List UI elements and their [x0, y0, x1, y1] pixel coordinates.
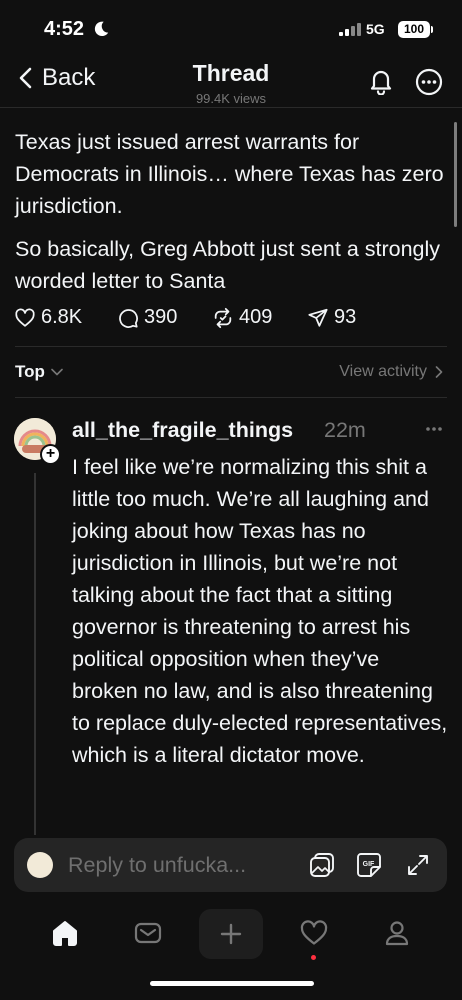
- share-count: 93: [334, 306, 357, 328]
- heart-icon: [15, 308, 35, 327]
- signal-icon: [339, 23, 361, 36]
- sort-label: Top: [15, 362, 45, 381]
- reply-input[interactable]: [68, 850, 288, 880]
- moon-icon: [94, 21, 109, 37]
- heart-icon: [300, 920, 328, 945]
- home-icon: [53, 921, 77, 946]
- comment-count: 390: [144, 306, 178, 328]
- status-time: 4:52: [44, 18, 85, 40]
- tab-inbox[interactable]: [130, 915, 166, 951]
- image-icon[interactable]: [308, 851, 336, 879]
- status-bar: 4:52 5G 100: [0, 0, 462, 56]
- inbox-icon: [134, 922, 162, 944]
- repost-button[interactable]: 409: [212, 306, 272, 329]
- view-activity-link[interactable]: View activity: [339, 363, 443, 381]
- gif-icon[interactable]: GIF: [355, 851, 383, 879]
- tab-new-thread[interactable]: [199, 909, 263, 959]
- repost-icon: [214, 307, 232, 328]
- divider: [15, 346, 447, 347]
- gif-label: GIF: [363, 861, 375, 868]
- notification-dot: [311, 955, 316, 960]
- like-count: 6.8K: [41, 306, 83, 328]
- home-indicator: [150, 981, 314, 986]
- divider: [15, 397, 447, 398]
- battery-indicator: 100: [398, 21, 430, 38]
- reply-composer: GIF: [14, 838, 447, 892]
- post-actions: 6.8K 390 409 93: [14, 306, 444, 334]
- network-label: 5G: [366, 21, 385, 37]
- comment-button[interactable]: 390: [117, 306, 177, 329]
- chevron-down-icon: [51, 368, 63, 376]
- composer-avatar: [27, 852, 53, 878]
- reply-timestamp: 22m: [324, 418, 366, 442]
- thread-line: [34, 473, 36, 835]
- scroll-indicator: [454, 122, 457, 227]
- expand-icon[interactable]: [404, 851, 432, 879]
- tab-activity[interactable]: [296, 915, 332, 951]
- nav-header: Back Thread 99.4K views: [0, 56, 462, 108]
- comment-icon: [119, 308, 138, 328]
- sort-dropdown[interactable]: Top: [15, 362, 63, 382]
- tab-home[interactable]: [47, 915, 83, 951]
- bell-icon[interactable]: [368, 67, 394, 95]
- post-paragraph: So basically, Greg Abbott just sent a st…: [15, 237, 441, 293]
- plus-icon: [220, 923, 242, 945]
- more-dots-icon[interactable]: [425, 426, 443, 432]
- repost-count: 409: [239, 306, 273, 328]
- post-paragraph: Texas just issued arrest warrants for De…: [15, 130, 444, 218]
- battery-tip: [431, 26, 433, 33]
- send-icon: [308, 308, 328, 327]
- reply-username[interactable]: all_the_fragile_things: [72, 418, 293, 443]
- chevron-right-icon: [435, 366, 443, 378]
- reply-text: I feel like we’re normalizing this shit …: [72, 455, 448, 767]
- more-icon[interactable]: [415, 68, 443, 96]
- sort-row: Top View activity: [15, 360, 447, 384]
- view-activity-label: View activity: [339, 363, 427, 380]
- share-button[interactable]: 93: [307, 306, 356, 329]
- tab-profile[interactable]: [379, 915, 415, 951]
- like-button[interactable]: 6.8K: [14, 306, 82, 329]
- follow-plus-icon[interactable]: +: [40, 444, 61, 465]
- profile-icon: [385, 921, 409, 946]
